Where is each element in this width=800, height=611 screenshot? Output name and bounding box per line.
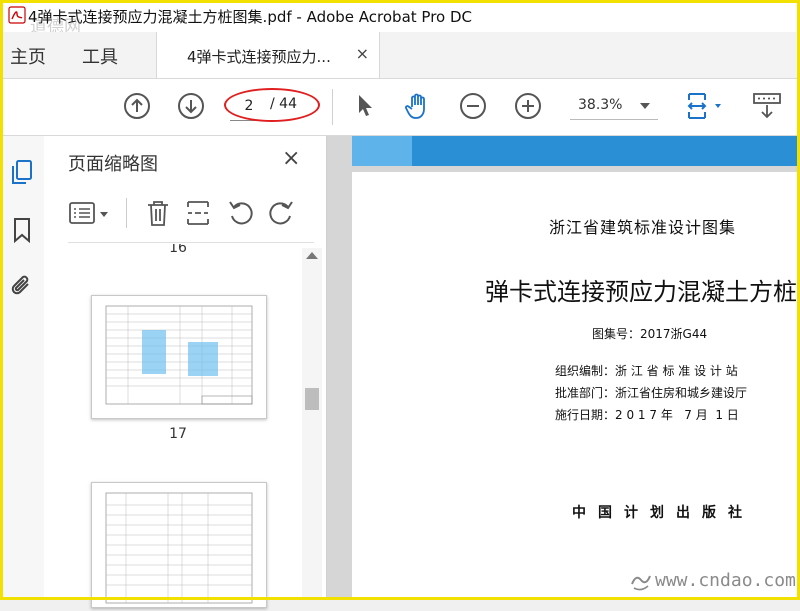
zoom-in-button[interactable] (513, 91, 543, 121)
site-watermark: www.cndao.com (655, 570, 796, 591)
doc-date-line: 施行日期：2 0 1 7 年 7 月 1 日 (555, 406, 739, 423)
zoom-value: 38.3% (578, 97, 623, 113)
document-tab-label: 4弹卡式连接预应力... (187, 48, 331, 66)
document-tab[interactable]: 4弹卡式连接预应力... × (156, 32, 380, 78)
nav-home[interactable]: 主页 (10, 43, 46, 69)
panel-toolbar (68, 194, 324, 234)
toolbar: / 44 38.3% (0, 79, 800, 136)
doc-title: 弹卡式连接预应力混凝土方桩 (485, 278, 797, 306)
plus-circle-icon (515, 93, 541, 119)
arrow-up-circle-icon (124, 93, 150, 119)
panel-title: 页面缩略图 (68, 154, 158, 175)
window-title: 4弹卡式连接预应力混凝土方桩图集.pdf - Adobe Acrobat Pro… (28, 8, 473, 26)
doc-approve-label: 批准部门： (555, 386, 616, 400)
title-bar: 4弹卡式连接预应力混凝土方桩图集.pdf - Adobe Acrobat Pro… (0, 0, 800, 37)
trash-icon[interactable] (144, 198, 172, 228)
panel-toolbar-divider (126, 198, 127, 228)
cursor-arrow-icon (359, 95, 372, 116)
acrobat-app-icon (8, 6, 26, 24)
hand-icon (405, 93, 425, 119)
scroll-mode-icon (753, 93, 781, 119)
previous-page-cover (352, 136, 800, 166)
thumbnail-options-icon[interactable] (68, 200, 114, 228)
previous-page-cover-highlight (352, 136, 412, 166)
bookmark-icon[interactable] (8, 216, 36, 244)
zoom-out-button[interactable] (458, 91, 488, 121)
panel-close-icon[interactable]: × (282, 146, 300, 171)
thumbnail-page-17[interactable] (91, 295, 267, 419)
previous-page-button[interactable] (122, 91, 152, 121)
doc-atlas-number: 图集号：2017浙G44 (592, 327, 708, 341)
toolbar-divider (332, 89, 333, 125)
left-nav-rail (0, 136, 45, 600)
page-thumbnails-panel: 页面缩略图 × 16 17 (44, 136, 327, 608)
tab-bar: 主页 工具 4弹卡式连接预应力... × (0, 32, 800, 79)
fit-page-icon (687, 93, 721, 119)
thumbnail-17-content (105, 305, 253, 405)
minus-circle-icon (460, 93, 486, 119)
doc-date-value: 2 0 1 7 年 7 月 1 日 (615, 408, 739, 422)
page-thumbnails-icon[interactable] (8, 158, 36, 186)
nav-tools[interactable]: 工具 (82, 43, 118, 69)
scroll-up-icon[interactable] (306, 252, 318, 259)
thumbnail-page-18[interactable] (91, 482, 267, 608)
arrow-down-circle-icon (178, 93, 204, 119)
scroll-mode-button[interactable] (752, 91, 782, 121)
doc-approve-line: 批准部门：浙江省住房和城乡建设厅 (555, 384, 747, 401)
doc-org-label: 组织编制： (555, 364, 616, 378)
document-page: 浙江省建筑标准设计图集 弹卡式连接预应力混凝土方桩 图集号：2017浙G44 组… (352, 172, 800, 600)
panel-divider (68, 242, 314, 243)
extract-pages-icon[interactable] (184, 198, 212, 228)
doc-publisher: 中国计划出版社 (572, 505, 754, 521)
thumbnail-label-17: 17 (169, 426, 187, 442)
rotate-right-icon[interactable] (266, 198, 296, 228)
doc-header: 浙江省建筑标准设计图集 (549, 218, 737, 237)
document-view: 浙江省建筑标准设计图集 弹卡式连接预应力混凝土方桩 图集号：2017浙G44 组… (327, 136, 800, 600)
doc-approve-value: 浙江省住房和城乡建设厅 (615, 386, 748, 400)
next-page-button[interactable] (176, 91, 206, 121)
chevron-down-icon (640, 103, 650, 109)
annotation-red-oval (224, 88, 320, 122)
rotate-left-icon[interactable] (226, 198, 256, 228)
site-logo-icon (631, 575, 651, 591)
hand-tool-button[interactable] (403, 91, 433, 121)
attachment-icon[interactable] (8, 272, 36, 300)
fit-page-button[interactable] (684, 91, 728, 121)
thumbnail-18-content (105, 492, 253, 604)
tab-close-icon[interactable]: × (356, 44, 369, 63)
zoom-dropdown[interactable]: 38.3% (570, 95, 658, 120)
doc-org-line: 组织编制：浙 江 省 标 准 设 计 站 (555, 362, 738, 379)
scroll-thumb[interactable] (305, 388, 319, 410)
doc-org-value: 浙 江 省 标 准 设 计 站 (615, 364, 738, 378)
select-tool-button[interactable] (350, 91, 380, 121)
panel-scrollbar[interactable] (302, 248, 322, 598)
doc-date-label: 施行日期： (555, 408, 616, 422)
